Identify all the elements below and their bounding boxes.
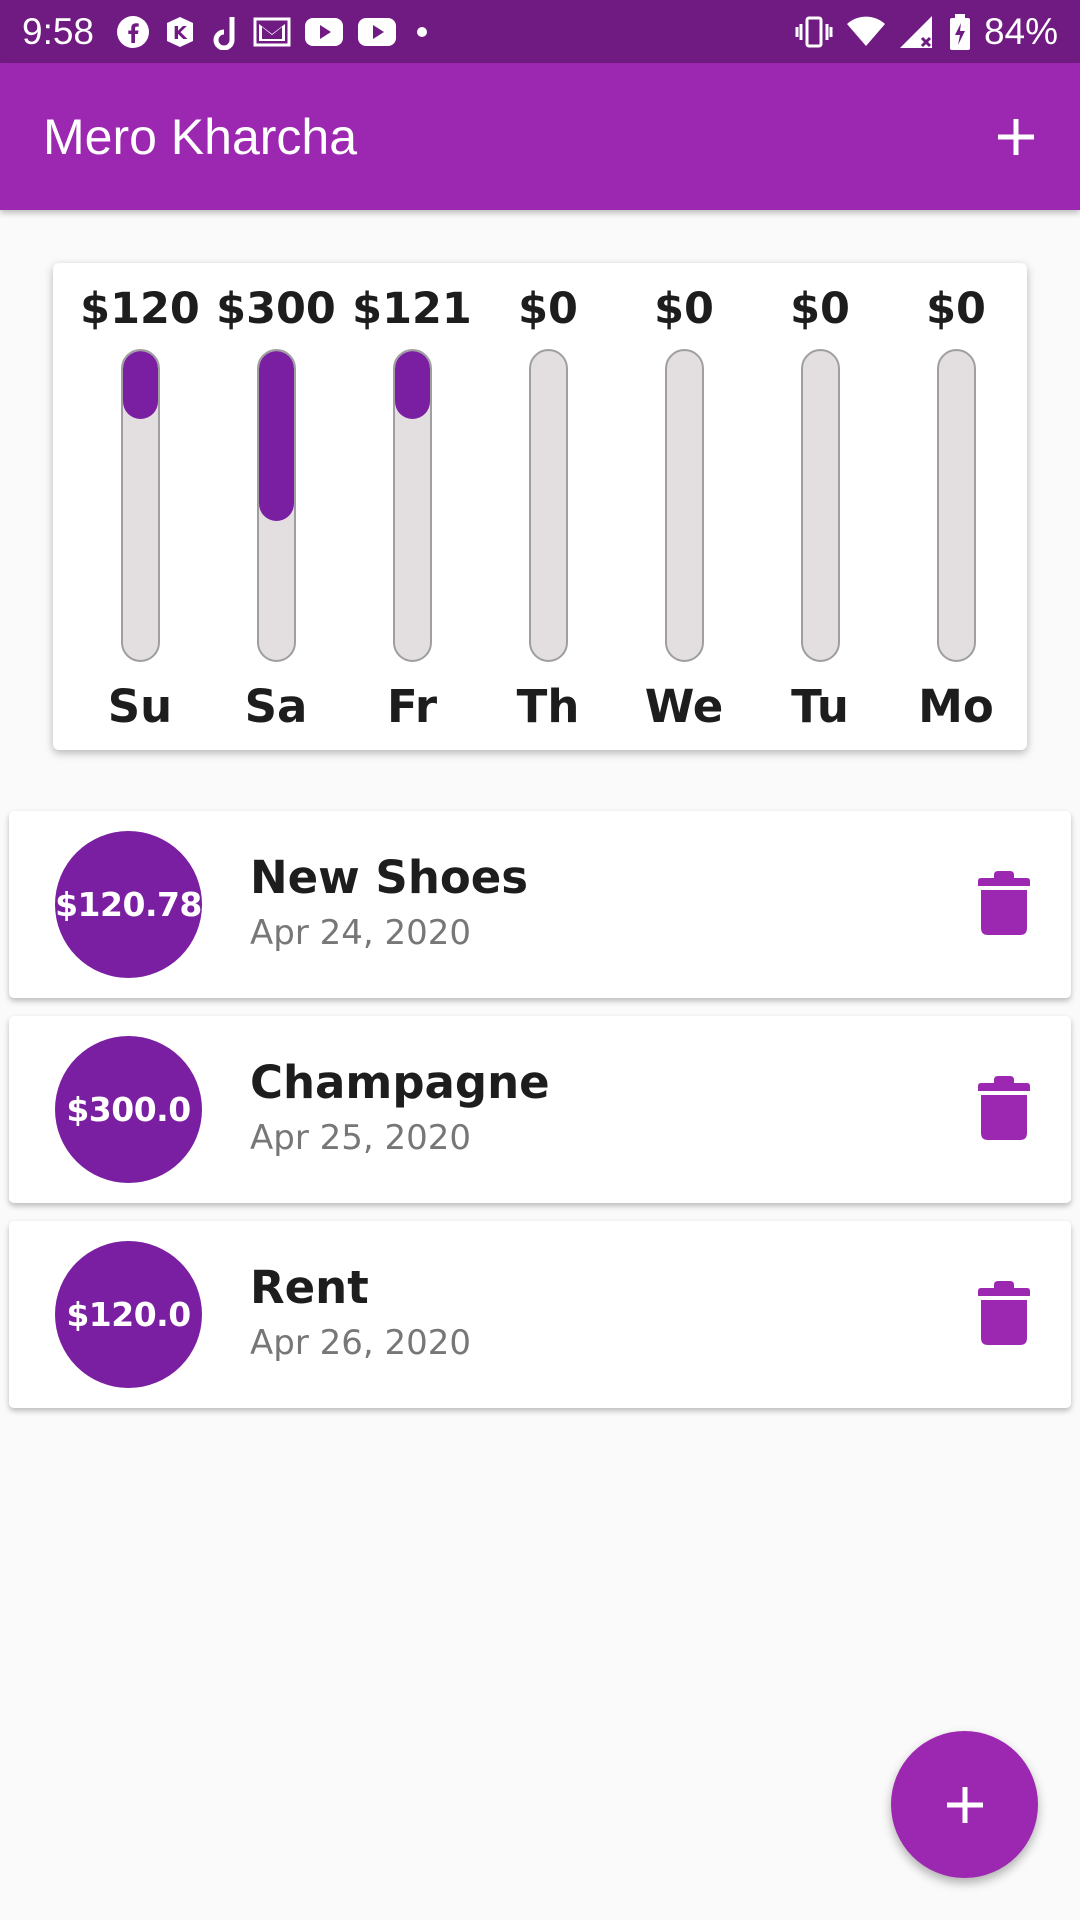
bar-day-label: Su: [107, 680, 173, 733]
transaction-amount: $300.0: [66, 1090, 191, 1129]
dot-icon: [410, 12, 434, 52]
transaction-date: Apr 24, 2020: [250, 913, 472, 953]
transaction-date: Apr 26, 2020: [250, 1323, 472, 1363]
plus-icon: [998, 119, 1034, 155]
bar-track: [801, 349, 840, 662]
bar-amount-label: $121: [352, 284, 472, 334]
bar-amount-label: $0: [790, 284, 850, 334]
trash-icon: [978, 871, 1030, 935]
gmail-icon: [253, 12, 291, 52]
bar-day-label: Th: [516, 680, 580, 733]
status-time: 9:58: [22, 11, 95, 52]
bar-track: [257, 349, 296, 662]
bar-amount-label: $300: [216, 284, 336, 334]
app-title: Mero Kharcha: [43, 109, 358, 165]
kik-icon: K: [163, 12, 197, 52]
wifi-icon: [846, 14, 886, 50]
delete-button[interactable]: [967, 866, 1041, 940]
youtube-icon: [304, 12, 344, 52]
delete-button[interactable]: [967, 1276, 1041, 1350]
bar-track: [121, 349, 160, 662]
bar-amount-label: $0: [654, 284, 714, 334]
battery-percent: 84%: [983, 11, 1058, 52]
transaction-card[interactable]: $120.78 New Shoes Apr 24, 2020: [9, 811, 1071, 998]
status-bar: 9:58 K 84%: [0, 0, 1080, 63]
bar-track: [937, 349, 976, 662]
facebook-icon: [116, 12, 150, 52]
bar-day-label: We: [644, 680, 724, 733]
bar-track: [665, 349, 704, 662]
app-bar: Mero Kharcha: [0, 63, 1080, 210]
weekly-chart: $120 Su $300 Sa $121 Fr $0 Th $0 We $0 T…: [53, 263, 1027, 750]
add-expense-button[interactable]: [985, 106, 1047, 168]
transaction-card[interactable]: $300.0 Champagne Apr 25, 2020: [9, 1016, 1071, 1203]
transaction-title: Rent: [250, 1261, 369, 1314]
vibrate-icon: [794, 14, 834, 50]
bar-day-label: Mo: [918, 680, 994, 733]
bar-fill: [259, 351, 294, 521]
youtube-icon: [357, 12, 397, 52]
bar-track: [529, 349, 568, 662]
bar-amount-label: $0: [518, 284, 578, 334]
trash-icon: [978, 1281, 1030, 1345]
transaction-amount: $120.0: [66, 1295, 191, 1334]
delete-button[interactable]: [967, 1071, 1041, 1145]
add-expense-fab[interactable]: [891, 1731, 1038, 1878]
signal-icon: [898, 14, 936, 50]
transaction-card[interactable]: $120.0 Rent Apr 26, 2020: [9, 1221, 1071, 1408]
trash-icon: [978, 1076, 1030, 1140]
bar-day-label: Sa: [244, 680, 308, 733]
tiktok-icon: [210, 12, 240, 52]
transaction-title: Champagne: [250, 1056, 550, 1109]
battery-charging-icon: [948, 13, 972, 51]
bar-amount-label: $120: [80, 284, 200, 334]
transaction-amount: $120.78: [55, 885, 202, 924]
plus-icon: [946, 1786, 983, 1823]
bar-fill: [123, 351, 158, 419]
svg-text:K: K: [173, 23, 188, 44]
transaction-date: Apr 25, 2020: [250, 1118, 472, 1158]
system-icons: 84%: [794, 8, 1058, 55]
amount-avatar: $120.78: [55, 831, 202, 978]
notification-icons: K: [116, 12, 434, 52]
amount-avatar: $120.0: [55, 1241, 202, 1388]
transaction-title: New Shoes: [250, 851, 529, 904]
bar-fill: [395, 351, 430, 419]
amount-avatar: $300.0: [55, 1036, 202, 1183]
bar-day-label: Tu: [791, 680, 849, 733]
bar-amount-label: $0: [926, 284, 986, 334]
bar-track: [393, 349, 432, 662]
bar-day-label: Fr: [386, 680, 438, 733]
